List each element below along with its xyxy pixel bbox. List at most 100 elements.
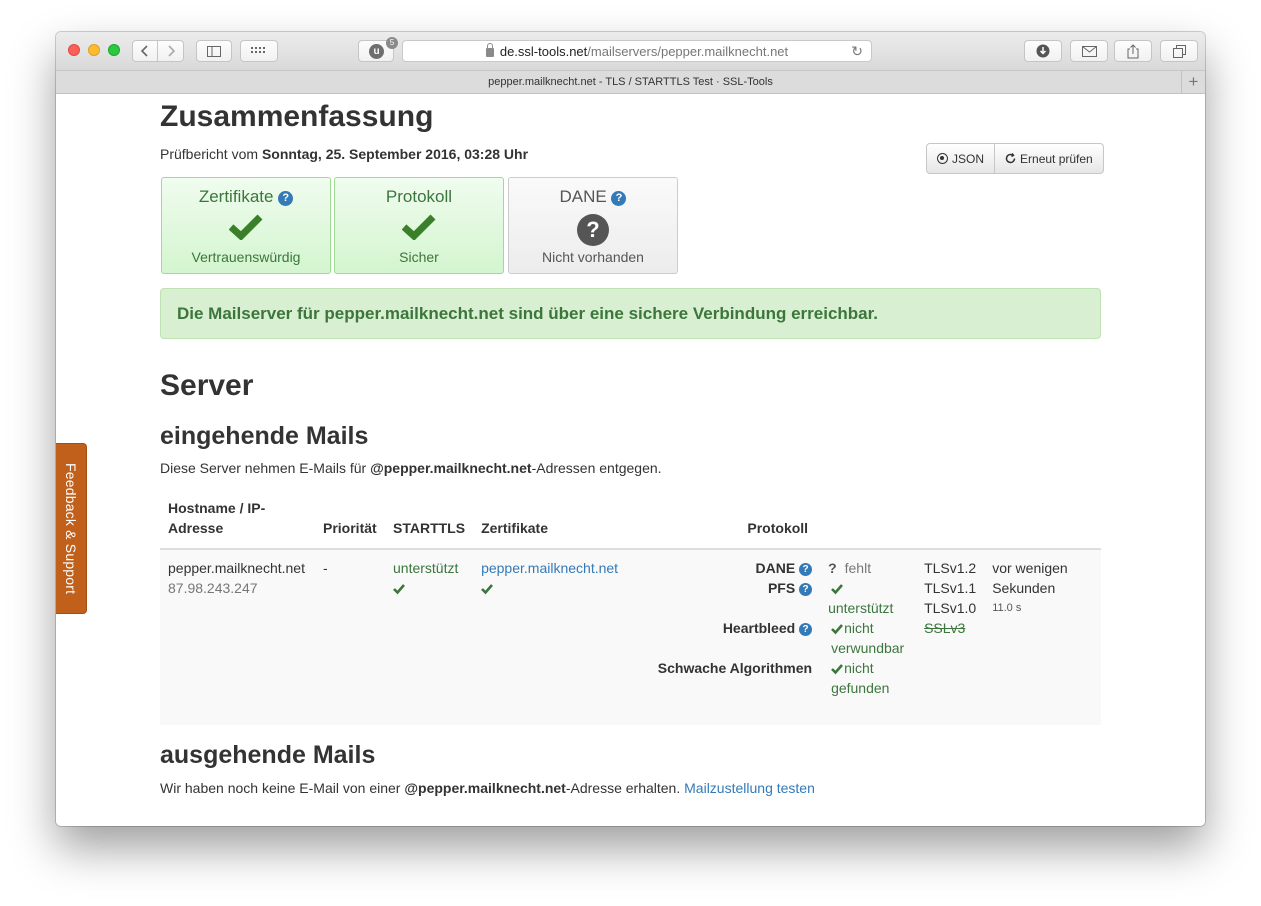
share-icon	[1127, 43, 1139, 58]
page-content: Zusammenfassung Prüfbericht vom Sonntag,…	[56, 94, 1205, 826]
cert-cell: pepper.mailknecht.net	[473, 549, 627, 725]
col-header-starttls: STARTTLS	[385, 494, 474, 550]
mail-domain: @pepper.mailknecht.net	[370, 460, 532, 476]
refresh-icon	[1005, 153, 1016, 164]
checkmark-icon	[831, 584, 844, 595]
back-button[interactable]	[132, 40, 158, 62]
col-header-cert: Zertifikate	[473, 494, 627, 550]
tab-title[interactable]: pepper.mailknecht.net - TLS / STARTTLS T…	[488, 76, 773, 88]
chevron-left-icon	[141, 45, 148, 57]
chevron-right-icon	[167, 45, 175, 57]
recheck-button-label: Erneut prüfen	[1020, 151, 1093, 166]
extension-icon: u	[369, 44, 384, 59]
tabs-icon	[1172, 44, 1186, 58]
question-circle-icon: ?	[577, 214, 609, 246]
reload-icon[interactable]: ↻	[851, 43, 863, 60]
dane-status-box: DANE ? ? Nicht vorhanden	[508, 177, 678, 274]
downloads-button[interactable]	[1024, 40, 1062, 62]
outgoing-description: Wir haben noch keine E-Mail von einer @p…	[160, 780, 815, 796]
json-button-label: JSON	[952, 151, 985, 166]
checkmark-icon	[481, 584, 494, 595]
host-cell: pepper.mailknecht.net 87.98.243.247	[160, 549, 315, 725]
weak-algorithms-value: nicht gefunden	[831, 660, 890, 696]
hostname: pepper.mailknecht.net	[168, 560, 305, 576]
box-status: Nicht vorhanden	[542, 249, 644, 265]
protocol-check-labels: DANE ? PFS ? Heartbleed ? Schwache Algor…	[626, 549, 817, 725]
success-alert: Die Mailserver für pepper.mailknecht.net…	[160, 288, 1101, 339]
address-bar[interactable]: de.ssl-tools.net/mailservers/pepper.mail…	[402, 40, 872, 62]
extension-badge: 5	[386, 37, 398, 49]
tls-versions: TLSv1.2 TLSv1.1 TLSv1.0 SSLv3	[916, 549, 985, 725]
help-icon[interactable]: ?	[799, 563, 813, 576]
time-cell: vor wenigen Sekunden 11.0 s	[984, 549, 1101, 725]
box-title: Zertifikate	[198, 187, 274, 206]
close-window-button[interactable]	[68, 44, 80, 56]
box-status: Vertrauenswürdig	[191, 249, 301, 265]
section-title-incoming: eingehende Mails	[160, 422, 369, 450]
tabs-overview-button[interactable]	[1160, 40, 1198, 62]
zoom-window-button[interactable]	[108, 44, 120, 56]
help-icon[interactable]: ?	[799, 623, 813, 636]
url-path: /mailservers/pepper.mailknecht.net	[587, 43, 789, 59]
report-line: Prüfbericht vom Sonntag, 25. September 2…	[160, 146, 528, 162]
mail-domain: @pepper.mailknecht.net	[404, 780, 566, 796]
ssl-version-disabled: SSLv3	[924, 620, 966, 636]
box-status: Sicher	[399, 249, 439, 265]
help-icon[interactable]: ?	[611, 191, 627, 206]
forward-button[interactable]	[158, 40, 184, 62]
browser-window: u 5 de.ssl-tools.net/mailservers/pepper.…	[56, 32, 1205, 826]
grid-icon	[251, 47, 265, 53]
heartbleed-value: nicht verwundbar	[831, 620, 905, 656]
check-time: vor wenigen Sekunden	[992, 560, 1068, 596]
certificate-link[interactable]: pepper.mailknecht.net	[481, 558, 618, 578]
sidebar-toggle-button[interactable]	[196, 40, 232, 62]
checkmark-icon	[228, 214, 263, 245]
starttls-cell: unterstützt	[385, 549, 474, 725]
browser-toolbar: u 5 de.ssl-tools.net/mailservers/pepper.…	[56, 32, 1205, 70]
share-button[interactable]	[1114, 40, 1152, 62]
checkmark-icon	[831, 664, 844, 675]
recheck-button[interactable]: Erneut prüfen	[995, 143, 1104, 174]
new-tab-button[interactable]: +	[1181, 71, 1205, 94]
col-header-protocol: Protokoll	[626, 494, 817, 550]
box-title: Protokoll	[385, 187, 453, 206]
page-title: Zusammenfassung	[160, 100, 434, 133]
envelope-icon	[1081, 45, 1097, 57]
mail-share-button[interactable]	[1070, 40, 1108, 62]
help-icon[interactable]: ?	[799, 583, 813, 596]
checkmark-icon	[831, 624, 844, 635]
priority-cell: -	[315, 549, 385, 725]
lock-icon	[485, 42, 494, 57]
incoming-description: Diese Server nehmen E-Mails für @pepper.…	[160, 460, 662, 476]
section-title-outgoing: ausgehende Mails	[160, 741, 376, 769]
certificate-status-box: Zertifikate ? Vertrauenswürdig	[161, 177, 331, 274]
json-button[interactable]: JSON	[926, 143, 996, 174]
tab-bar: pepper.mailknecht.net - TLS / STARTTLS T…	[56, 70, 1205, 94]
sidebar-icon	[207, 45, 221, 57]
help-icon[interactable]: ?	[278, 191, 294, 206]
dane-value: ? fehlt	[828, 560, 872, 576]
starttls-status: unterstützt	[393, 560, 459, 576]
minimize-window-button[interactable]	[88, 44, 100, 56]
top-sites-button[interactable]	[240, 40, 278, 62]
protocol-status-box: Protokoll Sicher	[334, 177, 504, 274]
download-icon	[1036, 44, 1050, 58]
checkmark-icon	[393, 584, 405, 595]
report-date: Sonntag, 25. September 2016, 03:28 Uhr	[261, 146, 529, 162]
feedback-label: Feedback & Support	[63, 462, 79, 595]
col-header-host: Hostname / IP-Adresse	[160, 494, 315, 550]
download-circle-icon	[937, 153, 948, 164]
action-buttons: JSON Erneut prüfen	[926, 143, 1104, 174]
protocol-check-values: ? fehlt unterstützt nicht verwundbar nich…	[816, 549, 917, 725]
check-duration: 11.0 s	[992, 602, 1022, 614]
ip-address: 87.98.243.247	[168, 580, 258, 596]
report-prefix: Prüfbericht vom	[160, 146, 259, 162]
pfs-value: unterstützt	[828, 578, 908, 618]
table-row: pepper.mailknecht.net 87.98.243.247 - un…	[160, 549, 1101, 725]
feedback-support-tab[interactable]: Feedback & Support	[56, 443, 87, 614]
checkmark-icon	[401, 214, 436, 245]
test-delivery-link[interactable]: Mailzustellung testen	[684, 780, 815, 796]
extension-button[interactable]: u 5	[358, 37, 398, 62]
url-domain: de.ssl-tools.net	[499, 43, 588, 59]
section-title-server: Server	[160, 369, 254, 402]
